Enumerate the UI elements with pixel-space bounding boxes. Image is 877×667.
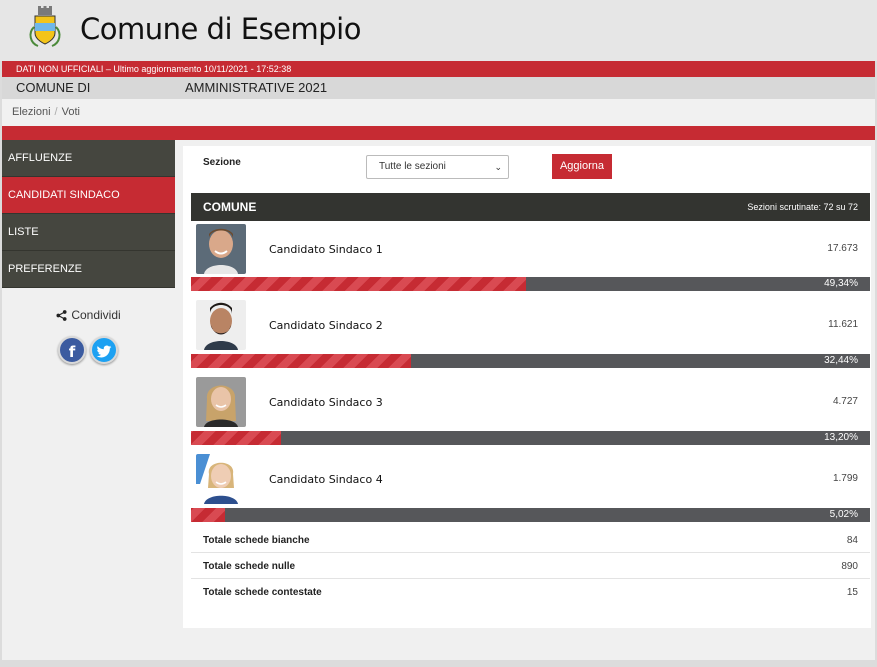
candidate-votes: 11.621	[828, 319, 858, 330]
candidate-percent: 49,34%	[824, 278, 858, 289]
totals-value: 84	[846, 535, 858, 546]
unofficial-data-notice: DATI NON UFFICIALI – Ultimo aggiornament…	[2, 61, 875, 77]
share-link[interactable]: Condividi	[56, 308, 121, 322]
app-title: Comune di Esempio	[80, 12, 361, 46]
sidebar-item-preferenze[interactable]: PREFERENZE	[2, 251, 175, 288]
comune-bar: COMUNE DI AMMINISTRATIVE 2021	[2, 77, 875, 99]
results-panel: Sezione Tutte le sezioni ⌄ Aggiorna COMU…	[183, 146, 871, 628]
red-divider	[2, 126, 875, 140]
share-icon	[56, 309, 67, 321]
candidate-bar-fill	[191, 431, 281, 445]
results-title: COMUNE	[203, 200, 257, 214]
candidate-row: Candidato Sindaco 2 11.621	[191, 297, 870, 355]
app-header: Comune di Esempio	[0, 0, 877, 61]
aggiorna-button[interactable]: Aggiorna	[552, 154, 612, 179]
sidebar-item-liste[interactable]: LISTE	[2, 214, 175, 251]
totals-value: 890	[841, 561, 858, 572]
candidate-bar: 13,20%	[191, 431, 870, 445]
candidate-votes: 1.799	[832, 473, 858, 484]
sidebar-item-candidati-sindaco[interactable]: CANDIDATI SINDACO	[2, 177, 175, 214]
comune-label: COMUNE DI	[16, 80, 91, 95]
sidebar: AFFLUENZE CANDIDATI SINDACO LISTE PREFER…	[2, 140, 175, 288]
candidate-name: Candidato Sindaco 2	[269, 319, 383, 332]
results-header: COMUNE Sezioni scrutinate: 72 su 72	[191, 193, 870, 221]
candidate-bar: 5,02%	[191, 508, 870, 522]
twitter-icon	[96, 345, 112, 358]
sections-counted: Sezioni scrutinate: 72 su 72	[747, 202, 858, 212]
sezione-select-value: Tutte le sezioni	[379, 161, 446, 172]
candidate-bar-fill	[191, 277, 527, 291]
totals-table: Totale schede bianche 84 Totale schede n…	[191, 527, 870, 605]
comune-crest-icon	[29, 6, 61, 47]
totals-row: Totale schede bianche 84	[191, 527, 870, 553]
candidate-percent: 32,44%	[824, 355, 858, 366]
sidebar-item-affluenze[interactable]: AFFLUENZE	[2, 140, 175, 177]
candidate-photo	[196, 300, 246, 350]
totals-row: Totale schede nulle 890	[191, 553, 870, 579]
totals-value: 15	[846, 587, 858, 598]
election-title: AMMINISTRATIVE 2021	[185, 80, 328, 95]
candidate-row: Candidato Sindaco 1 17.673	[191, 221, 870, 279]
candidate-photo	[196, 454, 246, 504]
chevron-down-icon: ⌄	[494, 162, 502, 172]
sezione-label: Sezione	[203, 157, 241, 168]
candidate-votes: 17.673	[827, 243, 858, 254]
candidate-row: Candidato Sindaco 3 4.727	[191, 374, 870, 432]
facebook-share-button[interactable]: f	[58, 336, 86, 364]
candidate-row: Candidato Sindaco 4 1.799	[191, 451, 870, 509]
candidate-photo	[196, 224, 246, 274]
candidate-bar-fill	[191, 354, 412, 368]
candidate-bar: 32,44%	[191, 354, 870, 368]
candidate-votes: 4.727	[832, 396, 858, 407]
totals-label: Totale schede nulle	[203, 561, 296, 572]
candidate-bar-fill	[191, 508, 226, 522]
share-section: Condividi	[2, 308, 175, 324]
facebook-icon: f	[68, 343, 76, 361]
totals-label: Totale schede bianche	[203, 535, 310, 546]
candidate-bar: 49,34%	[191, 277, 870, 291]
breadcrumb-voti: Voti	[61, 106, 80, 118]
totals-row: Totale schede contestate 15	[191, 579, 870, 605]
candidate-name: Candidato Sindaco 4	[269, 473, 383, 486]
sezione-select[interactable]: Tutte le sezioni ⌄	[366, 155, 509, 179]
candidate-name: Candidato Sindaco 1	[269, 243, 383, 256]
totals-label: Totale schede contestate	[203, 587, 322, 598]
candidate-percent: 13,20%	[824, 432, 858, 443]
twitter-share-button[interactable]	[90, 336, 118, 364]
candidate-percent: 5,02%	[829, 509, 858, 520]
breadcrumb: Elezioni / Voti	[2, 99, 875, 126]
share-label: Condividi	[71, 308, 121, 322]
candidate-photo	[196, 377, 246, 427]
breadcrumb-elezioni[interactable]: Elezioni	[12, 106, 51, 118]
breadcrumb-separator: /	[54, 106, 58, 118]
candidate-name: Candidato Sindaco 3	[269, 396, 383, 409]
